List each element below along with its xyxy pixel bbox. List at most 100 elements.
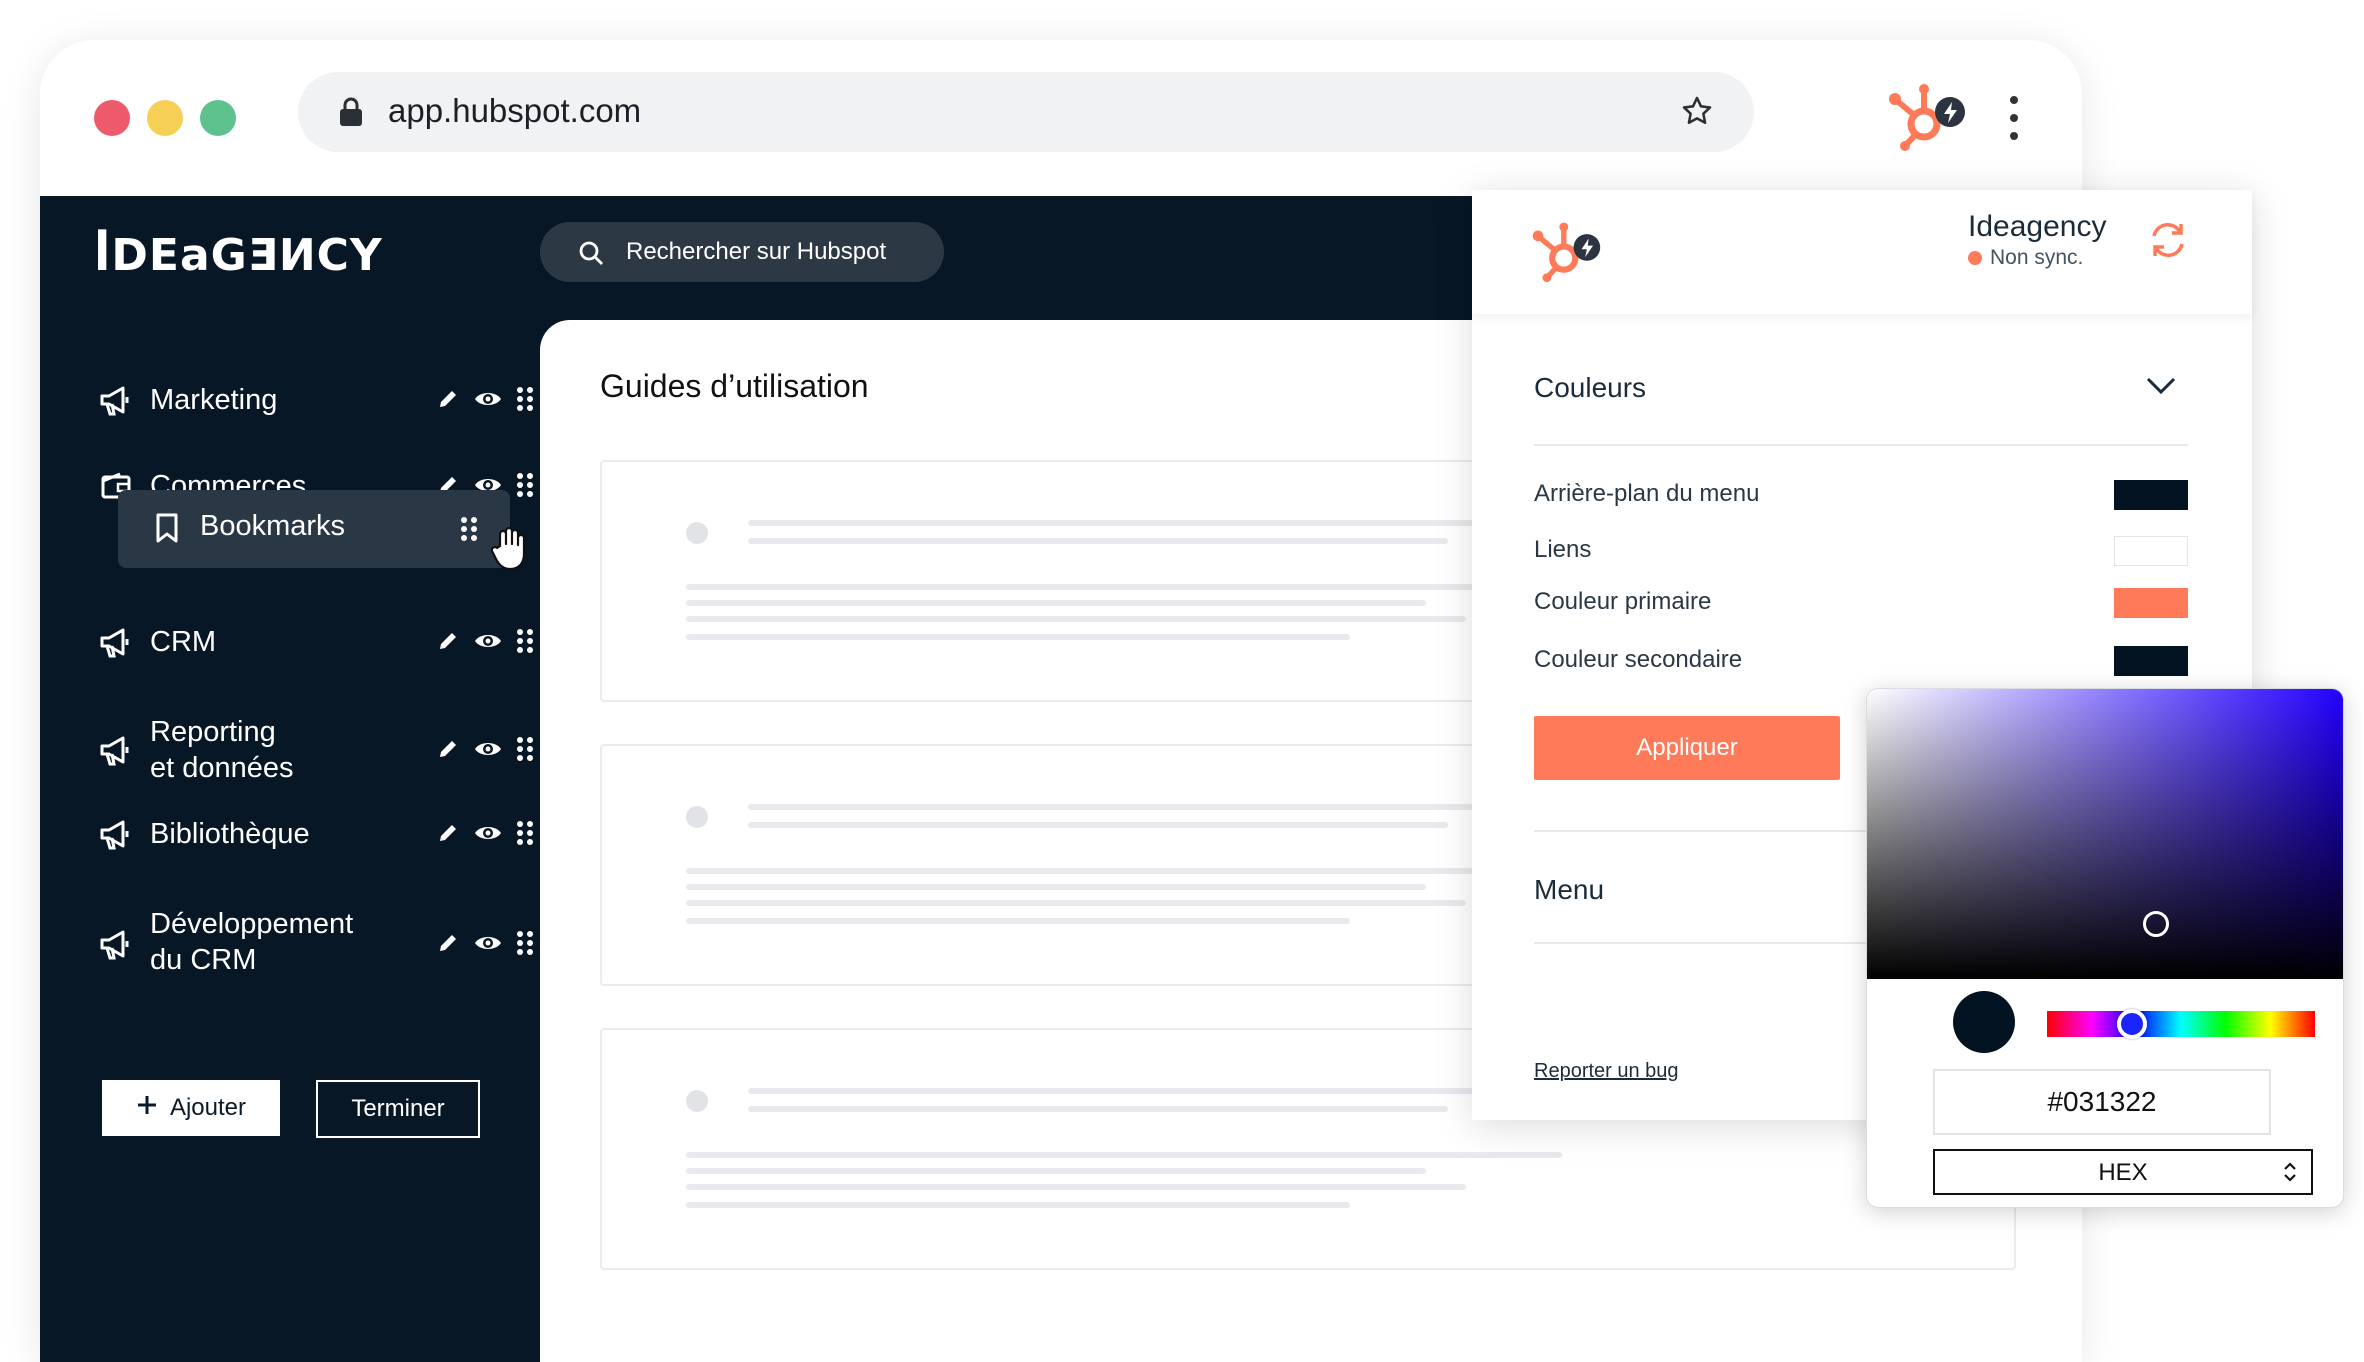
color-row-primary[interactable]: Couleur primaire	[1534, 584, 2188, 620]
sidebar-item-bibliotheque[interactable]: Bibliothèque	[94, 806, 533, 866]
maximize-window-button[interactable]	[200, 100, 236, 136]
drag-handle-icon[interactable]	[460, 516, 478, 547]
eye-icon[interactable]	[474, 386, 502, 417]
search-bar[interactable]: Rechercher sur Hubspot	[540, 222, 944, 282]
ideagency-logo: ꟾDEaGƎИCY	[94, 230, 383, 281]
hubspot-logo-icon	[1530, 218, 1610, 289]
placeholder-line	[686, 884, 1426, 890]
sync-icon[interactable]	[2148, 220, 2188, 265]
sidebar-item-label: Marketing	[150, 384, 278, 416]
panel-header: Ideagency Non sync.	[1472, 190, 2252, 314]
sidebar-item-label: Reporting et données	[150, 716, 294, 784]
url-text: app.hubspot.com	[388, 92, 642, 129]
color-label: Couleur primaire	[1534, 588, 1712, 615]
megaphone-icon	[98, 384, 134, 421]
saturation-handle[interactable]	[2143, 911, 2169, 937]
placeholder-line	[686, 634, 1350, 640]
eye-icon[interactable]	[474, 930, 502, 961]
color-row-menu-bg[interactable]: Arrière-plan du menu	[1534, 476, 2188, 512]
star-icon[interactable]	[1680, 94, 1714, 133]
divider	[1534, 444, 2188, 446]
color-swatch[interactable]	[2114, 536, 2188, 566]
megaphone-icon	[98, 734, 134, 771]
placeholder-line	[686, 900, 1466, 906]
sidebar-item-marketing[interactable]: Marketing	[94, 372, 533, 432]
color-label: Arrière-plan du menu	[1534, 480, 1760, 507]
pencil-icon[interactable]	[436, 736, 460, 767]
color-format-select[interactable]: HEX	[1933, 1149, 2313, 1195]
pencil-icon[interactable]	[436, 930, 460, 961]
color-row-secondary[interactable]: Couleur secondaire	[1534, 642, 2188, 678]
colors-section-title[interactable]: Couleurs	[1534, 372, 1646, 404]
sidebar-item-bookmarks[interactable]: Bookmarks	[118, 490, 510, 568]
placeholder-dot	[686, 522, 708, 544]
hex-input[interactable]	[1933, 1069, 2271, 1135]
sidebar-item-label: Bibliothèque	[150, 818, 310, 850]
color-swatch[interactable]	[2114, 480, 2188, 510]
sidebar-item-reporting[interactable]: Reporting et données	[94, 710, 533, 790]
eye-icon[interactable]	[474, 628, 502, 659]
sync-status-text: Non sync.	[1990, 246, 2084, 269]
done-button[interactable]: Terminer	[316, 1080, 480, 1138]
drag-handle-icon[interactable]	[516, 386, 534, 417]
add-button[interactable]: Ajouter	[102, 1080, 280, 1136]
chevron-down-icon[interactable]	[2146, 376, 2176, 401]
placeholder-line	[748, 538, 1448, 544]
placeholder-line	[686, 616, 1466, 622]
color-swatch[interactable]	[2114, 588, 2188, 618]
hue-slider-handle[interactable]	[2117, 1009, 2147, 1039]
color-preview	[1953, 991, 2015, 1053]
close-window-button[interactable]	[94, 100, 130, 136]
megaphone-icon	[98, 818, 134, 855]
placeholder-dot	[686, 1090, 708, 1112]
eye-icon[interactable]	[474, 820, 502, 851]
color-swatch[interactable]	[2114, 646, 2188, 676]
more-options-icon[interactable]	[2010, 96, 2020, 150]
megaphone-icon	[98, 928, 134, 965]
placeholder-line	[686, 1184, 1466, 1190]
drag-handle-icon[interactable]	[516, 628, 534, 659]
menu-section-title[interactable]: Menu	[1534, 874, 1604, 906]
bookmark-icon	[154, 512, 180, 549]
placeholder-dot	[686, 806, 708, 828]
pencil-icon[interactable]	[436, 820, 460, 851]
drag-handle-icon[interactable]	[516, 820, 534, 851]
color-label: Couleur secondaire	[1534, 646, 1743, 673]
pencil-icon[interactable]	[436, 628, 460, 659]
sidebar-item-developpement[interactable]: Développement du CRM	[94, 904, 533, 984]
placeholder-line	[748, 822, 1448, 828]
plus-icon	[136, 1094, 158, 1123]
sidebar-item-label: Bookmarks	[200, 510, 346, 542]
color-row-links[interactable]: Liens	[1534, 532, 2188, 568]
color-picker: HEX	[1866, 688, 2344, 1208]
apply-button[interactable]: Appliquer	[1534, 716, 1840, 780]
sidebar: ꟾDEaGƎИCY Marketing Commerces Bookmarks …	[40, 196, 540, 1362]
grab-cursor-icon	[490, 526, 530, 577]
megaphone-icon	[98, 626, 134, 663]
sidebar-item-label: CRM	[150, 626, 217, 658]
minimize-window-button[interactable]	[147, 100, 183, 136]
color-format-value: HEX	[2098, 1159, 2148, 1186]
placeholder-line	[686, 1152, 1562, 1158]
drag-handle-icon[interactable]	[516, 472, 534, 503]
search-placeholder: Rechercher sur Hubspot	[626, 238, 887, 265]
pencil-icon[interactable]	[436, 386, 460, 417]
hue-slider[interactable]	[2047, 1011, 2315, 1037]
eye-icon[interactable]	[474, 736, 502, 767]
sidebar-item-label: Développement du CRM	[150, 908, 354, 976]
drag-handle-icon[interactable]	[516, 736, 534, 767]
drag-handle-icon[interactable]	[516, 930, 534, 961]
select-arrows-icon	[2283, 1159, 2297, 1192]
add-button-label: Ajouter	[169, 1094, 247, 1121]
sidebar-item-crm[interactable]: CRM	[94, 614, 533, 674]
saturation-area[interactable]	[1867, 689, 2343, 979]
page-title: Guides d’utilisation	[600, 368, 869, 404]
address-bar[interactable]: app.hubspot.com	[298, 72, 1754, 152]
report-bug-link[interactable]: Reporter un bug	[1534, 1060, 1679, 1083]
placeholder-line	[748, 1106, 1448, 1112]
hubspot-extension-icon[interactable]	[1886, 80, 1976, 157]
placeholder-line	[686, 1202, 1350, 1208]
status-dot	[1968, 251, 1982, 265]
account-name: Ideagency	[1968, 210, 2107, 243]
placeholder-line	[686, 918, 1350, 924]
